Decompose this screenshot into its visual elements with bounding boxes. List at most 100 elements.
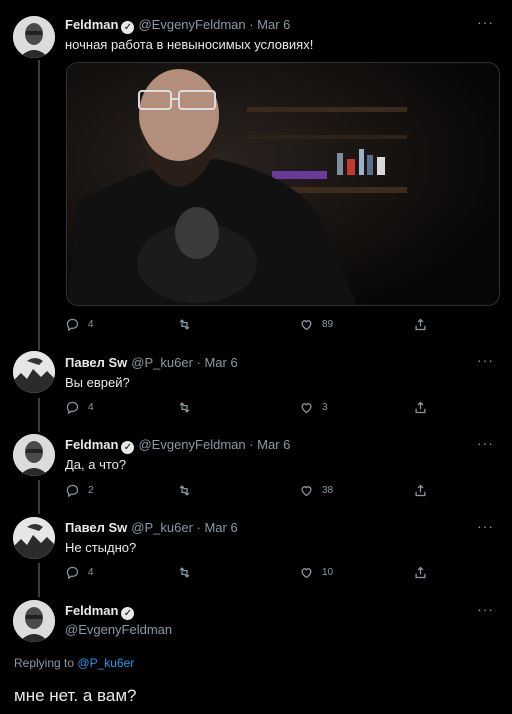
more-options-icon[interactable]: ··· bbox=[477, 14, 494, 30]
retweet-icon bbox=[179, 319, 190, 330]
reply-icon bbox=[66, 401, 79, 415]
avatar[interactable] bbox=[13, 16, 55, 58]
author-name[interactable]: Павел Sw bbox=[65, 355, 127, 370]
share-icon bbox=[415, 566, 426, 579]
like-count: 10 bbox=[322, 567, 334, 578]
focused-tweet-text: мне нет. а вам? bbox=[14, 686, 137, 705]
tweet-actions: 4 3 bbox=[65, 400, 445, 416]
separator: · bbox=[245, 17, 258, 32]
feldman-avatar-icon bbox=[13, 434, 55, 476]
avatar[interactable] bbox=[13, 434, 55, 476]
retweet-button[interactable] bbox=[177, 317, 200, 332]
tweet-header: Feldman ✓ bbox=[65, 603, 135, 620]
focused-tweet[interactable]: Feldman ✓ @EvgenyFeldman ··· Replying to … bbox=[0, 594, 512, 714]
like-icon bbox=[301, 403, 312, 414]
retweet-button[interactable] bbox=[177, 400, 200, 415]
share-icon bbox=[415, 401, 426, 414]
author-handle[interactable]: @EvgenyFeldman bbox=[138, 17, 245, 32]
pavel-avatar-icon bbox=[13, 517, 55, 559]
author-name[interactable]: Feldman bbox=[65, 437, 118, 452]
reply-count: 2 bbox=[88, 485, 94, 496]
more-options-icon[interactable]: ··· bbox=[477, 435, 494, 451]
share-button[interactable] bbox=[413, 400, 436, 415]
handle-line: @EvgenyFeldman bbox=[65, 622, 172, 637]
author-handle[interactable]: @EvgenyFeldman bbox=[65, 622, 172, 637]
like-button[interactable]: 3 bbox=[299, 400, 328, 415]
share-icon bbox=[415, 318, 426, 331]
verified-badge-icon: ✓ bbox=[121, 21, 135, 34]
reply-icon bbox=[66, 484, 79, 498]
author-name[interactable]: Павел Sw bbox=[65, 520, 127, 535]
retweet-button[interactable] bbox=[177, 483, 200, 498]
tweet[interactable]: Павел Sw @P_ku6er · Mar 6 ··· Не стыдно? … bbox=[0, 511, 512, 594]
tweet-actions: 2 38 bbox=[65, 483, 445, 499]
tweet-header: Павел Sw @P_ku6er · Mar 6 bbox=[65, 520, 238, 535]
avatar[interactable] bbox=[13, 351, 55, 393]
author-handle[interactable]: @P_ku6er bbox=[131, 520, 193, 535]
separator: · bbox=[192, 520, 205, 535]
timestamp[interactable]: Mar 6 bbox=[204, 355, 237, 370]
retweet-icon bbox=[179, 402, 190, 413]
tweet-text: ночная работа в невыносимых условиях! bbox=[65, 37, 314, 52]
feldman-avatar-icon bbox=[13, 16, 55, 58]
reply-button[interactable]: 4 bbox=[65, 400, 94, 415]
reply-count: 4 bbox=[88, 319, 94, 330]
more-options-icon[interactable]: ··· bbox=[477, 601, 494, 617]
like-button[interactable]: 38 bbox=[299, 483, 333, 498]
like-button[interactable]: 10 bbox=[299, 565, 333, 580]
like-icon bbox=[301, 486, 312, 497]
tweet-photo[interactable] bbox=[66, 62, 500, 306]
tweet[interactable]: Feldman ✓ @EvgenyFeldman · Mar 6 ··· Да, а… bbox=[0, 428, 512, 511]
more-options-icon[interactable]: ··· bbox=[477, 352, 494, 368]
timestamp[interactable]: Mar 6 bbox=[257, 17, 290, 32]
share-icon bbox=[415, 484, 426, 497]
tweet-text: Да, а что? bbox=[65, 457, 127, 472]
feldman-avatar-icon bbox=[13, 600, 55, 642]
reply-icon bbox=[66, 566, 79, 580]
author-name[interactable]: Feldman bbox=[65, 17, 118, 32]
reply-count: 4 bbox=[88, 567, 94, 578]
tweet-header: Feldman ✓ @EvgenyFeldman · Mar 6 bbox=[65, 437, 290, 454]
replying-prefix: Replying to bbox=[14, 656, 75, 670]
author-handle[interactable]: @P_ku6er bbox=[131, 355, 193, 370]
more-options-icon[interactable]: ··· bbox=[477, 518, 494, 534]
replying-handle-link[interactable]: @P_ku6er bbox=[77, 656, 134, 670]
author-name[interactable]: Feldman bbox=[65, 603, 118, 618]
share-button[interactable] bbox=[413, 483, 436, 498]
reply-count: 4 bbox=[88, 402, 94, 413]
like-button[interactable]: 89 bbox=[299, 317, 333, 332]
tweet[interactable]: Feldman ✓ @EvgenyFeldman · Mar 6 ··· ночна… bbox=[0, 0, 512, 345]
verified-badge-icon: ✓ bbox=[121, 441, 135, 454]
tweet-actions: 4 89 bbox=[65, 317, 445, 333]
avatar[interactable] bbox=[13, 600, 55, 642]
tweet-text: Не стыдно? bbox=[65, 540, 137, 555]
reply-icon bbox=[66, 318, 79, 332]
like-icon bbox=[301, 320, 312, 331]
tweet-header: Павел Sw @P_ku6er · Mar 6 bbox=[65, 355, 238, 370]
separator: · bbox=[192, 355, 205, 370]
reply-button[interactable]: 4 bbox=[65, 565, 94, 580]
share-button[interactable] bbox=[413, 565, 436, 580]
retweet-icon bbox=[179, 485, 190, 496]
retweet-icon bbox=[179, 567, 190, 578]
author-handle[interactable]: @EvgenyFeldman bbox=[138, 437, 245, 452]
separator: · bbox=[245, 437, 258, 452]
tweet[interactable]: Павел Sw @P_ku6er · Mar 6 ··· Вы еврей? 4… bbox=[0, 345, 512, 428]
like-count: 38 bbox=[322, 485, 334, 496]
like-icon bbox=[301, 568, 312, 579]
verified-badge-icon: ✓ bbox=[121, 607, 135, 620]
replying-to: Replying to @P_ku6er bbox=[14, 656, 134, 670]
tweet-text: Вы еврей? bbox=[65, 375, 130, 390]
pavel-avatar-icon bbox=[13, 351, 55, 393]
avatar[interactable] bbox=[13, 517, 55, 559]
share-button[interactable] bbox=[413, 317, 436, 332]
photo-man-with-cat-icon bbox=[67, 63, 499, 305]
reply-button[interactable]: 2 bbox=[65, 483, 94, 498]
timestamp[interactable]: Mar 6 bbox=[257, 437, 290, 452]
tweet-actions: 4 10 bbox=[65, 565, 445, 581]
tweet-header: Feldman ✓ @EvgenyFeldman · Mar 6 bbox=[65, 17, 290, 34]
like-count: 89 bbox=[322, 319, 334, 330]
retweet-button[interactable] bbox=[177, 565, 200, 580]
timestamp[interactable]: Mar 6 bbox=[204, 520, 237, 535]
reply-button[interactable]: 4 bbox=[65, 317, 94, 332]
